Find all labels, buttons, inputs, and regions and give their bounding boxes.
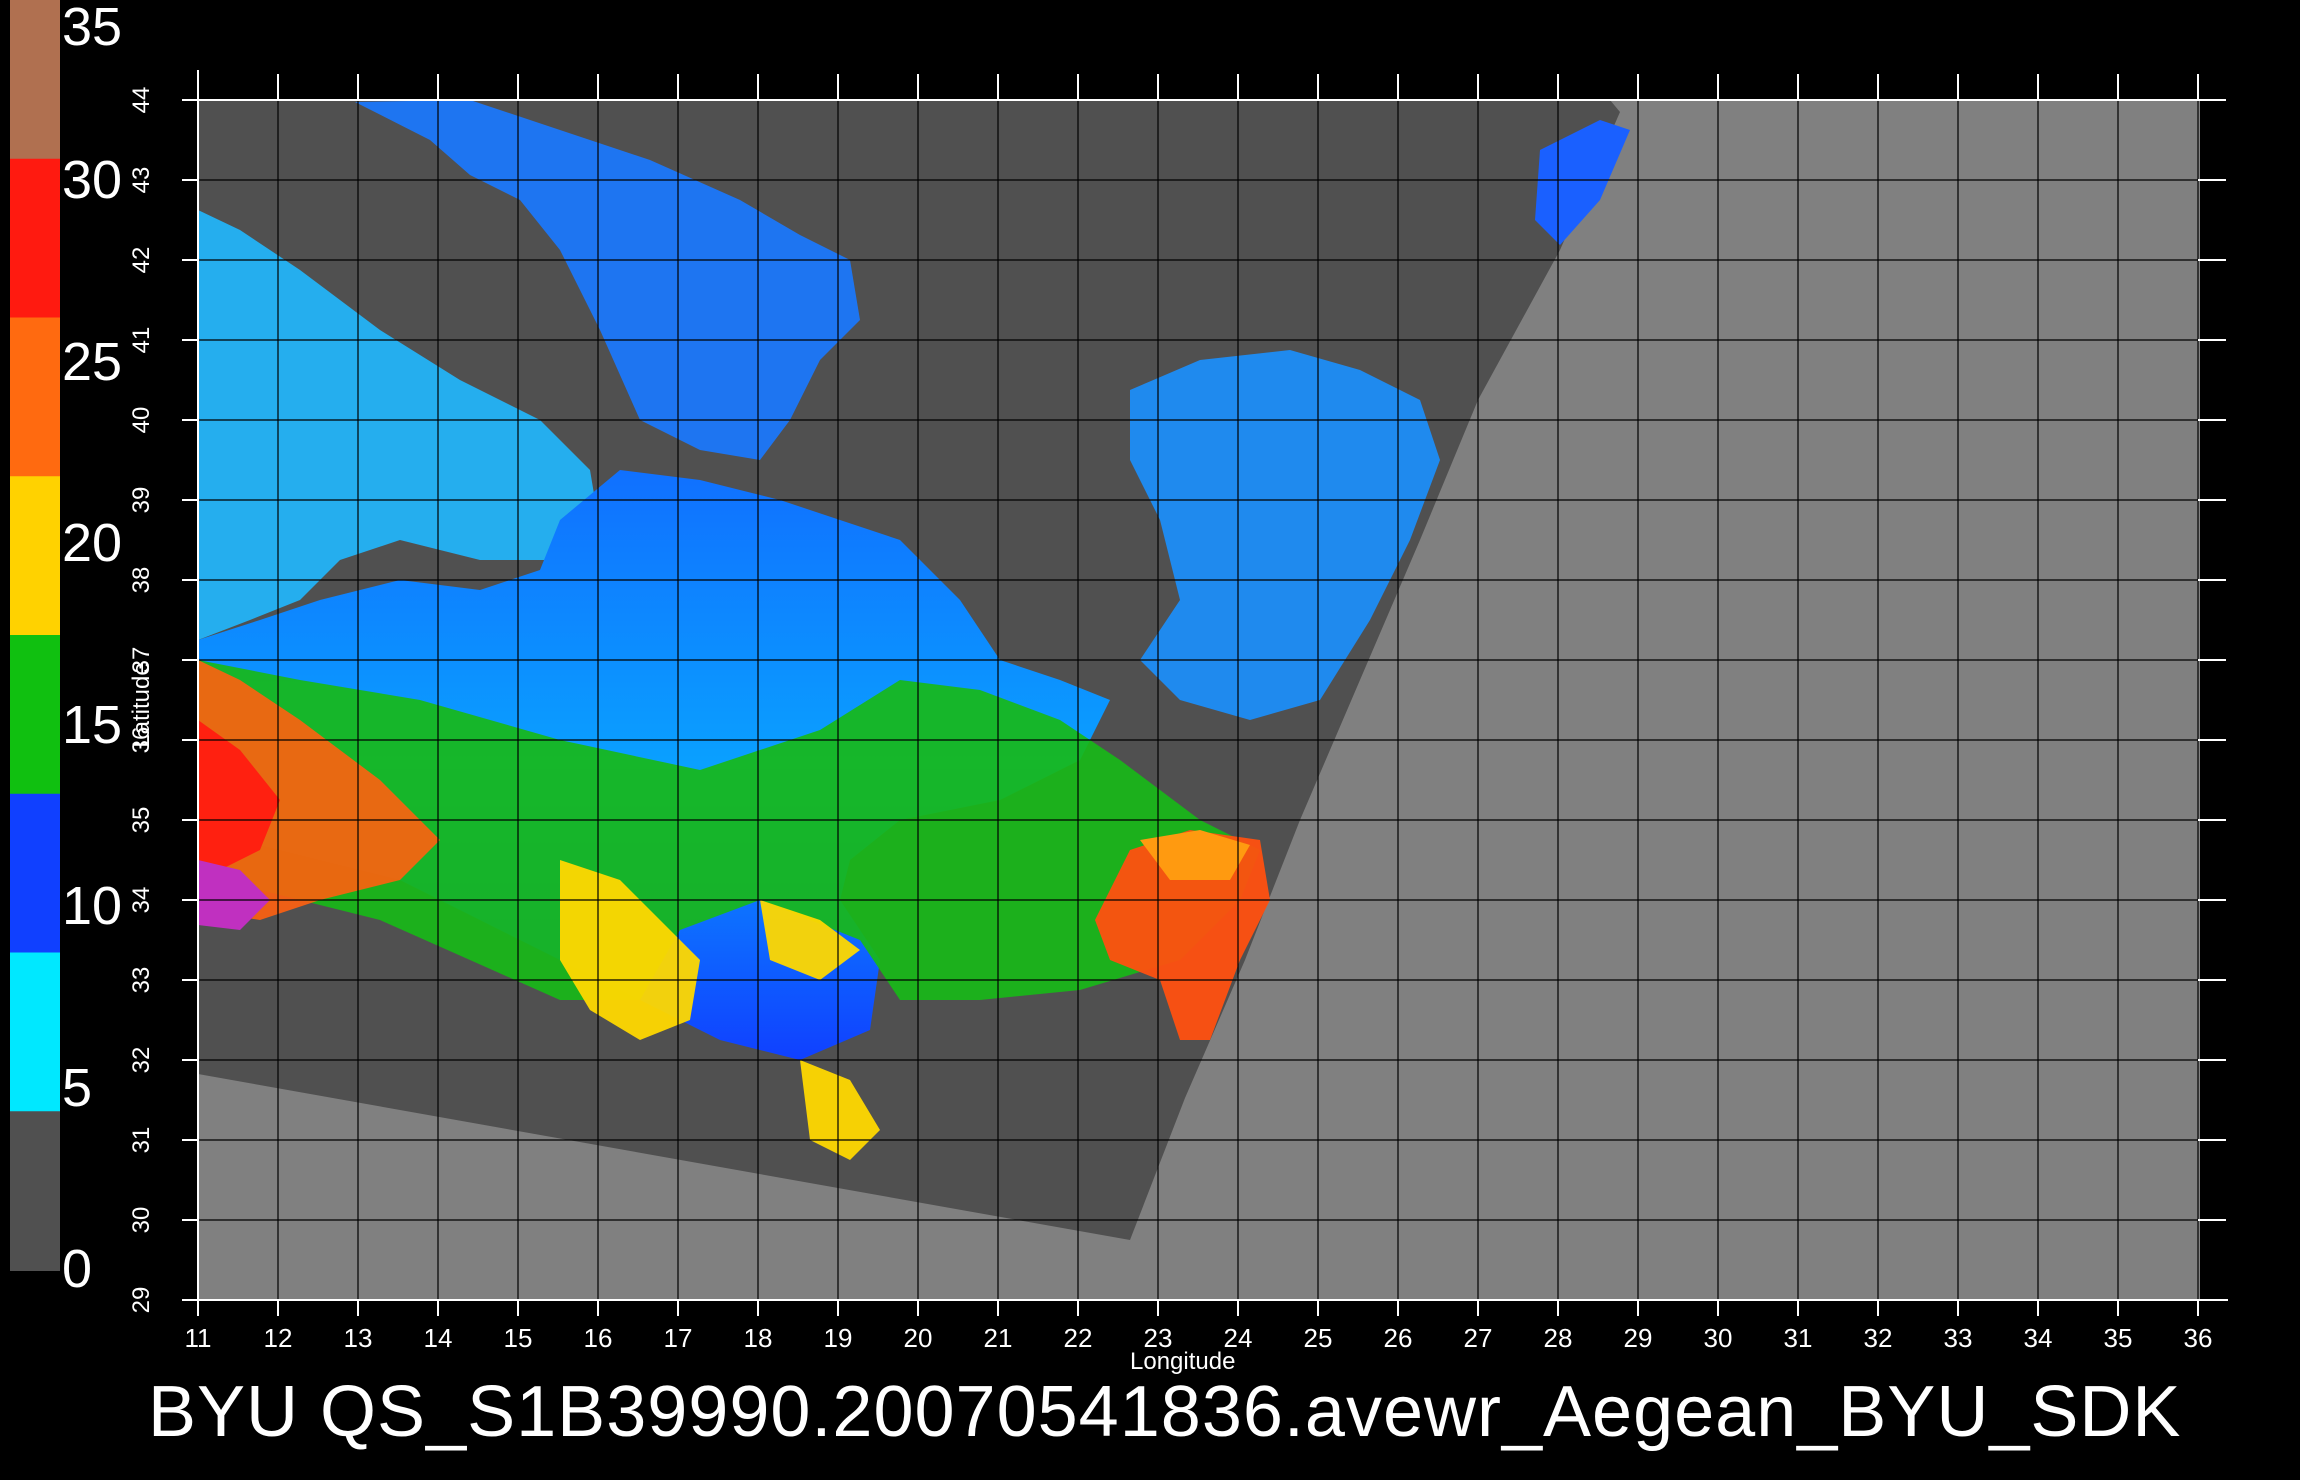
colorbar-label: 35 bbox=[62, 0, 123, 57]
colorbar-segment bbox=[10, 476, 60, 636]
lat-tick-label: 43 bbox=[128, 166, 155, 194]
lon-tick-label: 11 bbox=[184, 1323, 212, 1353]
lon-tick-label: 19 bbox=[823, 1323, 853, 1353]
lon-tick-label: 33 bbox=[1943, 1323, 1973, 1353]
colorbar-label: 0 bbox=[62, 1239, 93, 1299]
colorbar-segment bbox=[10, 0, 60, 160]
lat-tick-label: 40 bbox=[128, 406, 155, 434]
x-axis-title: Longitude bbox=[1130, 1348, 1236, 1375]
lat-tick-label: 41 bbox=[128, 326, 155, 354]
colorbar-segment bbox=[10, 793, 60, 954]
lon-tick-label: 32 bbox=[1863, 1323, 1893, 1353]
lat-tick-label: 32 bbox=[128, 1046, 155, 1074]
lon-tick-label: 34 bbox=[2023, 1323, 2053, 1353]
lon-tick-label: 29 bbox=[1623, 1323, 1653, 1353]
lon-tick-label: 17 bbox=[663, 1323, 693, 1353]
lat-tick-label: 29 bbox=[128, 1286, 155, 1314]
lon-tick-label: 12 bbox=[263, 1323, 293, 1353]
colorbar bbox=[10, 0, 60, 1271]
image-caption: BYU QS_S1B39990.20070541836.avewr_Aegean… bbox=[148, 1372, 2182, 1452]
lat-tick-label: 42 bbox=[128, 246, 155, 274]
y-axis-title: Latitude bbox=[128, 662, 155, 748]
colorbar-segment bbox=[10, 158, 60, 319]
lon-tick-label: 20 bbox=[903, 1323, 933, 1353]
colorbar-segment bbox=[10, 317, 60, 478]
colorbar-label: 20 bbox=[62, 513, 123, 574]
colorbar-label: 5 bbox=[62, 1057, 93, 1118]
lon-tick-label: 25 bbox=[1303, 1323, 1333, 1353]
colorbar-label: 25 bbox=[62, 331, 123, 392]
lon-tick-label: 15 bbox=[503, 1323, 533, 1353]
colorbar-segment bbox=[10, 1111, 60, 1271]
colorbar-label: 30 bbox=[62, 150, 123, 211]
lon-tick-label: 27 bbox=[1463, 1323, 1493, 1353]
lon-tick-label: 26 bbox=[1383, 1323, 1413, 1353]
map-figure: 35 30 25 20 15 10 5 0 11 12 13 14 15 16 17 18 19 20 21 22 2… bbox=[0, 0, 2300, 1480]
lat-tick-label: 35 bbox=[128, 806, 155, 834]
lon-tick-label: 16 bbox=[583, 1323, 613, 1353]
lat-tick-label: 30 bbox=[128, 1206, 155, 1234]
lat-tick-label: 39 bbox=[128, 486, 155, 514]
lat-tick-label: 44 bbox=[128, 86, 155, 114]
lat-tick-label: 33 bbox=[128, 966, 155, 994]
colorbar-label: 15 bbox=[62, 694, 123, 755]
colorbar-segment bbox=[10, 952, 60, 1113]
lon-tick-label: 30 bbox=[1703, 1323, 1733, 1353]
wind-speed-map bbox=[10, 0, 2228, 1316]
lon-tick-label: 14 bbox=[423, 1323, 453, 1353]
lat-tick-label: 34 bbox=[128, 886, 155, 914]
lon-tick-label: 13 bbox=[343, 1323, 373, 1353]
lon-tick-label: 35 bbox=[2103, 1323, 2133, 1353]
lat-tick-label: 31 bbox=[128, 1126, 155, 1154]
lon-tick-label: 18 bbox=[743, 1323, 773, 1353]
lon-tick-label: 21 bbox=[983, 1323, 1013, 1353]
lon-tick-label: 31 bbox=[1783, 1323, 1813, 1353]
colorbar-segment bbox=[10, 635, 60, 795]
lon-tick-label: 28 bbox=[1543, 1323, 1573, 1353]
lat-tick-label: 38 bbox=[128, 566, 155, 594]
lon-tick-label: 36 bbox=[2183, 1323, 2213, 1353]
colorbar-label: 10 bbox=[62, 876, 123, 937]
lon-tick-label: 22 bbox=[1063, 1323, 1093, 1353]
plot-area bbox=[198, 100, 2200, 1300]
